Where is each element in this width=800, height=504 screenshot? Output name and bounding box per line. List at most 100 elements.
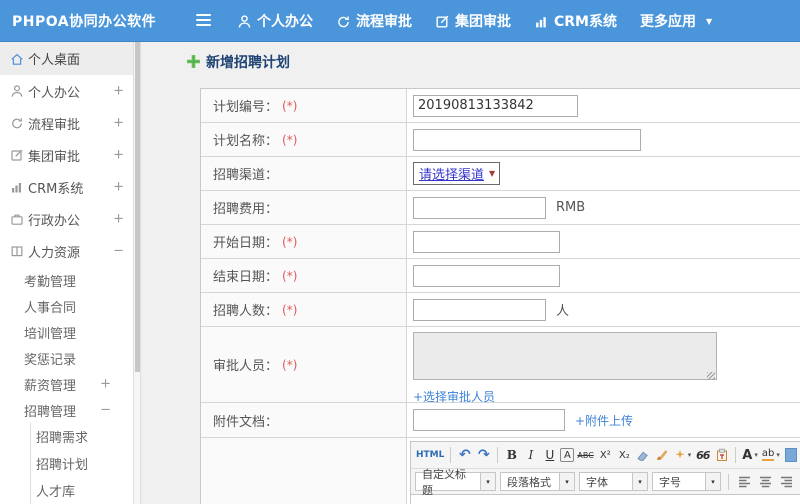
required-mark: (*) [282, 302, 298, 317]
sidebar-item-recruit-demand[interactable]: 招聘需求 [31, 423, 133, 450]
sidebar-item-training[interactable]: 培训管理 [0, 319, 133, 345]
italic-button[interactable]: I [522, 445, 539, 465]
sidebar-item-human-resources[interactable]: 人力资源 − [0, 235, 133, 267]
strikethrough-button[interactable]: ABC [576, 445, 594, 465]
attachment-upload-link[interactable]: +附件上传 [575, 412, 633, 429]
sidebar-item-salary[interactable]: 薪资管理 + [0, 371, 133, 397]
nav-personal-office[interactable]: 个人办公 [237, 11, 313, 31]
nav-more-apps[interactable]: 更多应用 ▼ [640, 11, 712, 31]
sidebar-item-group-approval[interactable]: 集团审批 + [0, 139, 133, 171]
expand-plus-icon[interactable]: + [113, 148, 124, 163]
required-mark: (*) [282, 132, 298, 147]
sidebar-item-label: 招聘需求 [36, 431, 89, 446]
plan-no-input[interactable] [413, 94, 578, 117]
expand-minus-icon[interactable]: − [100, 403, 111, 418]
field-label: 审批人员： [213, 359, 279, 374]
field-label: 招聘费用： [213, 202, 279, 217]
highlight-color-button[interactable]: ab ▾ [761, 445, 781, 465]
eraser-icon[interactable] [635, 445, 652, 465]
custom-heading-dropdown[interactable]: 自定义标题 ▾ [415, 468, 496, 497]
redo-icon[interactable]: ↷ [475, 445, 492, 465]
paragraph-format-dropdown[interactable]: 段落格式 ▾ [500, 472, 575, 491]
nav-crm-system[interactable]: CRM系统 [534, 11, 617, 31]
superscript-button[interactable]: X² [597, 445, 614, 465]
select-value: 请选择渠道 [419, 168, 485, 183]
end-date-input[interactable] [413, 264, 560, 287]
sidebar-item-personal-office[interactable]: 个人办公 + [0, 75, 133, 107]
remove-format-button[interactable]: A [560, 448, 575, 462]
sidebar-item-attendance[interactable]: 考勤管理 [0, 267, 133, 293]
font-size-dropdown[interactable]: 字号 ▾ [652, 472, 721, 491]
form-row-headcount: 招聘人数： (*) 人 [201, 293, 800, 327]
paste-icon[interactable] [713, 445, 730, 465]
font-color-button[interactable]: A ▾ [741, 445, 759, 465]
form-row-start-date: 开始日期： (*) [201, 225, 800, 259]
sidebar-item-recruit-plan[interactable]: 招聘计划 [31, 450, 133, 477]
bold-button[interactable]: B [503, 445, 520, 465]
sidebar-item-hr-contract[interactable]: 人事合同 [0, 293, 133, 319]
flow-icon [10, 116, 26, 130]
required-mark: (*) [282, 98, 298, 113]
sidebar-item-crm-system[interactable]: CRM系统 + [0, 171, 133, 203]
align-left-icon[interactable] [736, 472, 753, 492]
start-date-input[interactable] [413, 230, 560, 253]
attachment-input[interactable] [413, 409, 565, 431]
nav-label: 个人办公 [257, 14, 313, 30]
plan-name-input[interactable] [413, 128, 641, 151]
form-row-plan-no: 计划编号： (*) [201, 89, 800, 123]
sidebar-item-workflow-approval[interactable]: 流程审批 + [0, 107, 133, 139]
sidebar-item-label: 流程审批 [28, 117, 81, 133]
channel-select[interactable]: 请选择渠道 ▼ [413, 162, 501, 185]
expand-plus-icon[interactable]: + [113, 116, 124, 131]
sidebar-item-recruit-mgmt[interactable]: 招聘管理 − [0, 397, 133, 423]
bar-chart-icon [534, 14, 549, 29]
sidebar-item-admin-office[interactable]: 行政办公 + [0, 203, 133, 235]
sidebar-item-rewards[interactable]: 奖惩记录 [0, 345, 133, 371]
scrollbar-thumb[interactable] [135, 42, 140, 372]
sidebar-item-label: 人才库 [36, 485, 76, 500]
sidebar-item-label: 集团审批 [28, 149, 81, 165]
format-painter-icon[interactable]: ▾ [673, 445, 693, 465]
blockquote-button[interactable]: 66 [694, 445, 711, 465]
expand-minus-icon[interactable]: − [113, 244, 124, 259]
editor-toolbar-row2: 自定义标题 ▾ 段落格式 ▾ 字体 ▾ 字号 ▾ [411, 468, 800, 497]
form-row-end-date: 结束日期： (*) [201, 259, 800, 293]
cropped-toolbar-icon[interactable] [784, 448, 797, 462]
required-mark: (*) [282, 268, 298, 283]
expand-plus-icon[interactable]: + [113, 84, 124, 99]
sidebar-scrollbar [133, 42, 141, 504]
undo-icon[interactable]: ↶ [456, 445, 473, 465]
book-icon [10, 244, 26, 258]
field-label: 计划名称： [213, 134, 279, 149]
headcount-input[interactable] [413, 298, 546, 321]
form-row-channel: 招聘渠道： 请选择渠道 ▼ [201, 157, 800, 191]
font-family-dropdown[interactable]: 字体 ▾ [579, 472, 648, 491]
approvers-textarea[interactable] [413, 332, 717, 380]
expand-plus-icon[interactable]: + [113, 212, 124, 227]
align-center-icon[interactable] [757, 472, 774, 492]
form-row-plan-name: 计划名称： (*) [201, 123, 800, 157]
sidebar-item-label: 招聘管理 [24, 404, 77, 420]
nav-workflow-approval[interactable]: 流程审批 [336, 11, 412, 31]
sidebar-item-personal-desktop[interactable]: 个人桌面 [0, 42, 133, 75]
brush-icon[interactable] [654, 445, 671, 465]
underline-button[interactable]: U [541, 445, 558, 465]
caret-small-icon: ▾ [754, 451, 758, 459]
nav-group-approval[interactable]: 集团审批 [435, 11, 511, 31]
home-icon [10, 52, 26, 66]
hamburger-menu-icon[interactable] [196, 14, 211, 28]
sidebar-item-talent-pool[interactable]: 人才库 [31, 477, 133, 504]
caret-small-icon: ▾ [687, 451, 692, 459]
subscript-button[interactable]: X₂ [616, 445, 633, 465]
sidebar-item-label: 考勤管理 [24, 274, 77, 290]
align-right-icon[interactable] [778, 472, 795, 492]
expand-plus-icon[interactable]: + [100, 377, 111, 392]
app-logo: PHPOA协同办公软件 [12, 14, 157, 30]
field-label: 招聘渠道： [213, 168, 279, 183]
expand-plus-icon[interactable]: + [113, 180, 124, 195]
sidebar-item-label: 招聘计划 [36, 458, 89, 473]
field-label: 开始日期： [213, 236, 279, 251]
fee-unit: RMB [556, 200, 586, 215]
html-source-button[interactable]: HTML [415, 445, 445, 465]
fee-input[interactable] [413, 196, 546, 219]
